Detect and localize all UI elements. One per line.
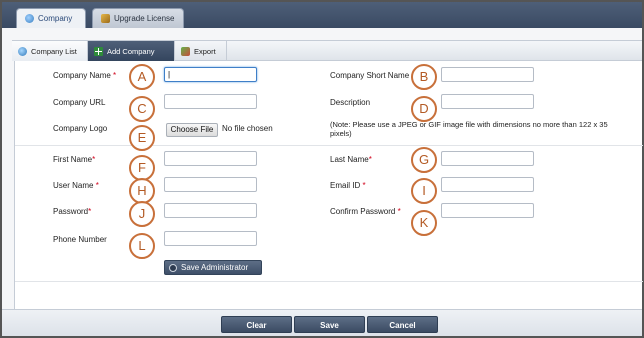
annotation-badge-e: E: [129, 125, 155, 151]
cancel-button[interactable]: Cancel: [367, 316, 438, 333]
save-button[interactable]: Save: [294, 316, 365, 333]
annotation-badge-a: A: [129, 64, 155, 90]
tab-add-company[interactable]: Add Company: [88, 41, 175, 61]
tab-company-list[interactable]: Company List: [12, 41, 88, 61]
user-name-label: User Name *: [53, 181, 99, 190]
tab-company[interactable]: Company: [16, 8, 86, 28]
company-short-name-label: Company Short Name: [330, 71, 410, 80]
company-name-label: Company Name *: [53, 71, 117, 80]
email-id-input[interactable]: [441, 177, 534, 192]
annotation-badge-g: G: [411, 147, 437, 173]
confirm-password-label: Confirm Password *: [330, 207, 401, 216]
annotation-badge-d: D: [411, 96, 437, 122]
export-icon: [181, 46, 190, 56]
company-list-icon: [18, 46, 27, 56]
form-bottom-divider: [15, 281, 643, 282]
company-short-name-input[interactable]: [441, 67, 534, 82]
sub-toolbar: Company List Add Company Export: [12, 40, 642, 61]
section-divider: [15, 145, 643, 146]
top-tab-bar: Company Upgrade License: [2, 2, 642, 28]
add-icon: [94, 46, 103, 56]
email-id-label: Email ID *: [330, 181, 366, 190]
confirm-password-input[interactable]: [441, 203, 534, 218]
license-icon: [101, 14, 110, 23]
company-icon: [25, 14, 34, 23]
footer-bar: Clear Save Cancel: [2, 309, 642, 336]
company-logo-label: Company Logo: [53, 124, 108, 133]
last-name-label: Last Name*: [330, 155, 372, 164]
add-company-form: Company Name * Company Short Name Compan…: [14, 61, 643, 309]
annotation-badge-l: L: [129, 233, 155, 259]
annotation-badge-j: J: [129, 201, 155, 227]
tab-upgrade-license-label: Upgrade License: [114, 14, 175, 23]
save-administrator-label: Save Administrator: [181, 263, 249, 272]
tab-export[interactable]: Export: [175, 41, 227, 61]
first-name-input[interactable]: [164, 151, 257, 166]
clear-button[interactable]: Clear: [221, 316, 292, 333]
last-name-input[interactable]: [441, 151, 534, 166]
company-url-label: Company URL: [53, 98, 106, 107]
tab-company-label: Company: [38, 14, 73, 23]
phone-number-label: Phone Number: [53, 235, 107, 244]
description-label: Description: [330, 98, 371, 107]
administrator-icon: [169, 263, 177, 272]
company-url-input[interactable]: [164, 94, 257, 109]
choose-file-button[interactable]: Choose File: [166, 123, 218, 137]
annotation-badge-b: B: [411, 64, 437, 90]
tab-company-list-label: Company List: [31, 46, 77, 56]
user-name-input[interactable]: [164, 177, 257, 192]
first-name-label: First Name*: [53, 155, 96, 164]
no-file-text: No file chosen: [222, 124, 273, 133]
logo-note: (Note: Please use a JPEG or GIF image fi…: [330, 120, 608, 138]
tab-upgrade-license[interactable]: Upgrade License: [92, 8, 184, 28]
password-input[interactable]: [164, 203, 257, 218]
tab-export-label: Export: [194, 46, 216, 56]
annotation-badge-c: C: [129, 96, 155, 122]
phone-number-input[interactable]: [164, 231, 257, 246]
save-administrator-button[interactable]: Save Administrator: [164, 260, 262, 275]
description-input[interactable]: [441, 94, 534, 109]
tab-add-company-label: Add Company: [107, 46, 155, 56]
company-name-input[interactable]: [164, 67, 257, 82]
annotation-badge-i: I: [411, 178, 437, 204]
password-label: Password*: [53, 207, 92, 216]
annotation-badge-k: K: [411, 210, 437, 236]
